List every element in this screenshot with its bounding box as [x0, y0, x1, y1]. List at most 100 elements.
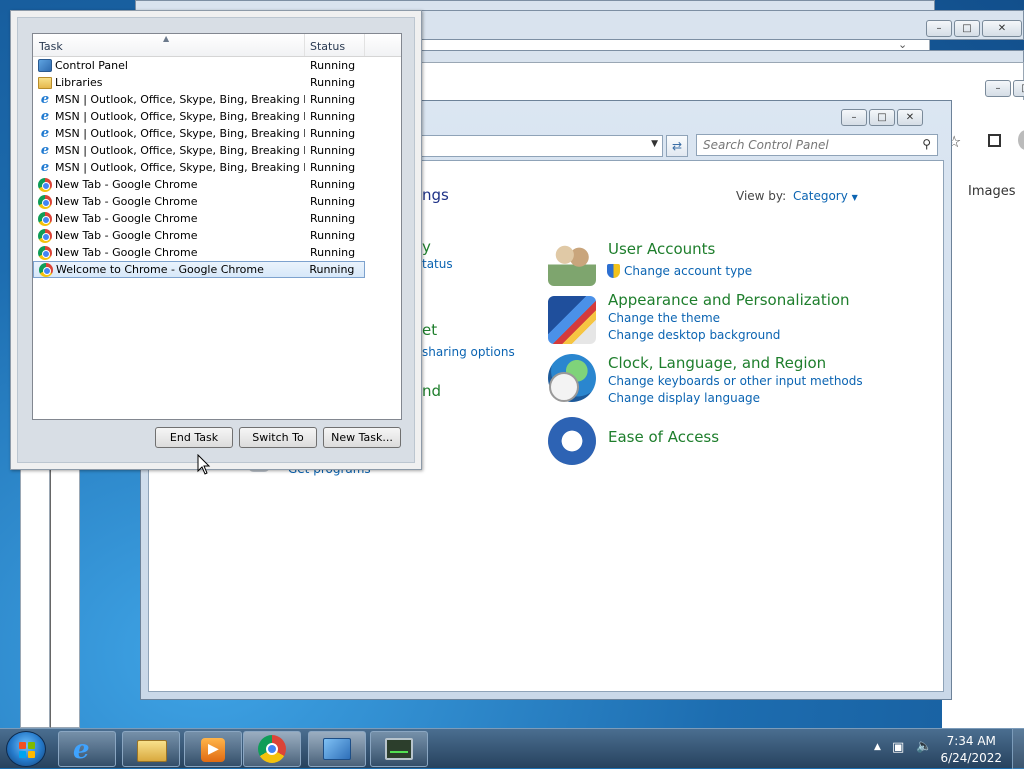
- maximize-icon[interactable]: □: [954, 20, 980, 37]
- user-accounts-icon[interactable]: [548, 238, 596, 286]
- category-title-ease-of-access[interactable]: Ease of Access: [608, 428, 719, 446]
- category-title-fragment-2[interactable]: et: [422, 321, 437, 339]
- task-manager-icon: [385, 738, 413, 760]
- task-status: Running: [310, 161, 356, 174]
- task-name: Welcome to Chrome - Google Chrome: [56, 263, 264, 276]
- volume-icon[interactable]: 🔈: [916, 739, 932, 754]
- chrome-images-link[interactable]: Images: [968, 184, 1016, 199]
- task-cell: Control Panel: [33, 58, 305, 74]
- background-window-body-3: [420, 62, 1024, 102]
- task-row[interactable]: Welcome to Chrome - Google Chrome Running: [33, 261, 365, 278]
- category-link-change-keyboards[interactable]: Change keyboards or other input methods: [608, 374, 863, 388]
- task-row[interactable]: e MSN | Outlook, Office, Skype, Bing, Bre…: [33, 125, 401, 142]
- chrome-icon: [39, 262, 53, 277]
- category-title-fragment-1[interactable]: y: [422, 238, 431, 256]
- system-tray: ▲ ▣ 🔈 7:34 AM 6/24/2022: [864, 729, 1024, 769]
- dropdown-arrow-icon: ▼: [851, 193, 858, 202]
- sidebar-icon[interactable]: [988, 134, 1001, 147]
- new-task-button[interactable]: New Task...: [323, 427, 401, 448]
- maximize-icon[interactable]: □: [869, 109, 895, 126]
- task-name: New Tab - Google Chrome: [55, 195, 198, 208]
- taskbar-google-chrome[interactable]: [243, 731, 301, 767]
- task-row[interactable]: Control Panel Running: [33, 57, 401, 74]
- task-row[interactable]: Libraries Running: [33, 74, 401, 91]
- task-cell: e MSN | Outlook, Office, Skype, Bing, Bre…: [33, 92, 305, 108]
- task-status: Running: [309, 263, 355, 276]
- category-link-change-account-type[interactable]: Change account type: [624, 264, 752, 278]
- taskbar-windows-explorer[interactable]: [122, 731, 180, 767]
- minimize-icon[interactable]: –: [841, 109, 867, 126]
- show-desktop-button[interactable]: [1012, 729, 1024, 769]
- search-icon[interactable]: ⚲: [922, 137, 931, 151]
- category-title-user-accounts[interactable]: User Accounts: [608, 240, 715, 258]
- show-hidden-icons-icon[interactable]: ▲: [874, 742, 881, 752]
- task-row[interactable]: New Tab - Google Chrome Running: [33, 244, 401, 261]
- task-status: Running: [310, 212, 356, 225]
- view-by-dropdown[interactable]: Category ▼: [793, 189, 858, 203]
- column-header-status[interactable]: Status: [305, 34, 365, 56]
- switch-to-button[interactable]: Switch To: [239, 427, 317, 448]
- taskbar-task-manager[interactable]: [370, 731, 428, 767]
- task-row[interactable]: e MSN | Outlook, Office, Skype, Bing, Bre…: [33, 108, 401, 125]
- clock[interactable]: 7:34 AM 6/24/2022: [940, 733, 1002, 767]
- internet-explorer-icon: e: [40, 142, 50, 158]
- taskbar-media-player[interactable]: ▶: [184, 731, 242, 767]
- task-list-header: ▲ Task Status: [33, 34, 401, 57]
- category-link-change-display-language[interactable]: Change display language: [608, 391, 760, 405]
- close-icon[interactable]: ✕: [982, 20, 1022, 37]
- category-title-fragment-3[interactable]: nd: [422, 382, 441, 400]
- search-placeholder: Search Control Panel: [703, 138, 829, 152]
- category-link-fragment-1[interactable]: tatus: [422, 257, 453, 271]
- address-bar[interactable]: ▼: [415, 135, 663, 157]
- task-row[interactable]: New Tab - Google Chrome Running: [33, 227, 401, 244]
- category-link-change-background[interactable]: Change desktop background: [608, 328, 780, 342]
- task-row[interactable]: New Tab - Google Chrome Running: [33, 193, 401, 210]
- task-row[interactable]: e MSN | Outlook, Office, Skype, Bing, Bre…: [33, 91, 401, 108]
- maximize-icon[interactable]: □: [1013, 80, 1024, 97]
- task-status: Running: [310, 178, 356, 191]
- control-panel-caption-buttons: – □ ✕: [841, 109, 923, 126]
- task-row[interactable]: e MSN | Outlook, Office, Skype, Bing, Bre…: [33, 159, 401, 176]
- minimize-icon[interactable]: –: [926, 20, 952, 37]
- mouse-cursor-icon: [197, 454, 211, 475]
- appearance-icon[interactable]: [548, 296, 596, 344]
- category-title-clock[interactable]: Clock, Language, and Region: [608, 354, 826, 372]
- task-name: New Tab - Google Chrome: [55, 246, 198, 259]
- taskbar-internet-explorer[interactable]: e: [58, 731, 116, 767]
- task-row[interactable]: New Tab - Google Chrome Running: [33, 210, 401, 227]
- minimize-icon[interactable]: –: [985, 80, 1011, 97]
- category-link-fragment-2[interactable]: sharing options: [422, 345, 515, 359]
- avatar[interactable]: [1018, 130, 1024, 150]
- end-task-button[interactable]: End Task: [155, 427, 233, 448]
- chrome-icon: [38, 194, 52, 209]
- ease-of-access-icon[interactable]: [548, 417, 596, 465]
- taskbar-control-panel[interactable]: [308, 731, 366, 767]
- task-list[interactable]: ▲ Task Status Control Panel Running Librar…: [32, 33, 402, 420]
- folder-icon: [137, 740, 167, 762]
- task-row[interactable]: e MSN | Outlook, Office, Skype, Bing, Bre…: [33, 142, 401, 159]
- close-icon[interactable]: ✕: [897, 109, 923, 126]
- search-input[interactable]: Search Control Panel ⚲: [696, 134, 938, 156]
- task-cell: e MSN | Outlook, Office, Skype, Bing, Bre…: [33, 143, 305, 159]
- task-status: Running: [310, 246, 356, 259]
- task-cell: e MSN | Outlook, Office, Skype, Bing, Bre…: [33, 126, 305, 142]
- control-panel-icon: [38, 58, 52, 72]
- column-header-task-label: Task: [39, 40, 63, 53]
- task-name: MSN | Outlook, Office, Skype, Bing, Brea…: [55, 93, 305, 106]
- chrome-window-fragment: ☆ il Images: [942, 100, 1024, 730]
- task-name: MSN | Outlook, Office, Skype, Bing, Brea…: [55, 161, 305, 174]
- task-name: New Tab - Google Chrome: [55, 229, 198, 242]
- task-name: MSN | Outlook, Office, Skype, Bing, Brea…: [55, 127, 305, 140]
- clock-date: 6/24/2022: [940, 751, 1002, 765]
- category-title-appearance[interactable]: Appearance and Personalization: [608, 291, 850, 309]
- column-header-task[interactable]: ▲ Task: [33, 34, 305, 56]
- address-dropdown-icon[interactable]: ▼: [651, 139, 658, 149]
- task-cell: New Tab - Google Chrome: [33, 194, 305, 210]
- start-button[interactable]: [6, 731, 46, 767]
- category-link-change-theme[interactable]: Change the theme: [608, 311, 720, 325]
- refresh-icon[interactable]: ⇄: [666, 135, 688, 157]
- network-icon[interactable]: ▣: [892, 740, 904, 755]
- task-cell: New Tab - Google Chrome: [33, 211, 305, 227]
- task-cell: Welcome to Chrome - Google Chrome: [34, 262, 304, 278]
- task-row[interactable]: New Tab - Google Chrome Running: [33, 176, 401, 193]
